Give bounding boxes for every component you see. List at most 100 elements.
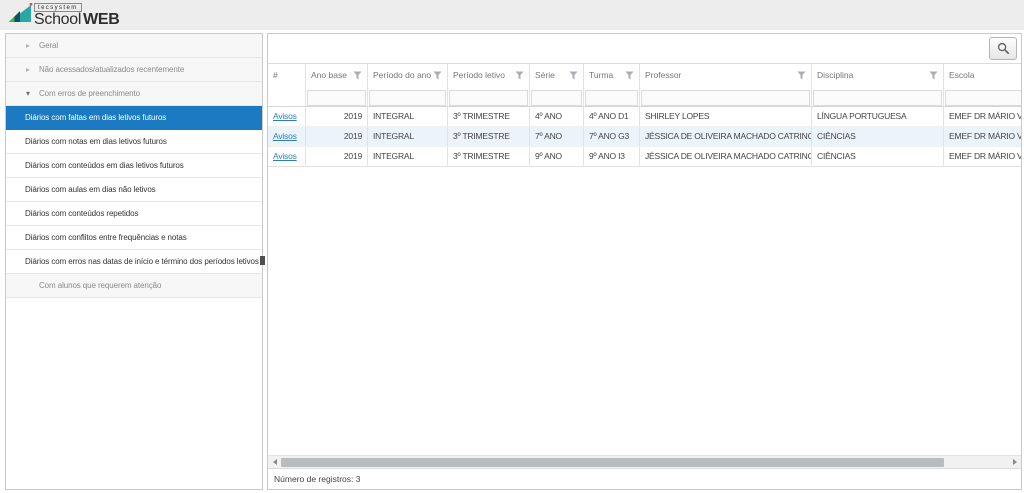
sidebar-group-nao-acessados[interactable]: ▸ Não acessados/atualizados recentemente bbox=[6, 58, 262, 82]
cell-serie: 7º ANO bbox=[530, 127, 584, 146]
filter-input-ano-base[interactable] bbox=[307, 90, 366, 106]
cell-turma: 7º ANO G3 bbox=[584, 127, 640, 146]
cell-turma: 9º ANO I3 bbox=[584, 147, 640, 166]
logo-text: tecsystem SchoolWEB bbox=[34, 3, 120, 28]
filter-cell bbox=[368, 86, 448, 106]
sidebar-item-conflitos-frequencias-notas[interactable]: Diários com conflitos entre frequências … bbox=[6, 226, 262, 250]
cell-serie: 4º ANO bbox=[530, 107, 584, 126]
cell-disciplina: CIÊNCIAS bbox=[812, 127, 944, 146]
sidebar-item-erros-datas-periodos[interactable]: Diários com erros nas datas de início e … bbox=[6, 250, 262, 274]
avisos-link[interactable]: Avisos bbox=[273, 151, 297, 161]
horizontal-scrollbar[interactable] bbox=[268, 455, 1021, 468]
filter-input-professor[interactable] bbox=[641, 90, 810, 106]
column-header-periodo-letivo[interactable]: Período letivo bbox=[448, 64, 530, 86]
filter-icon[interactable] bbox=[929, 71, 938, 80]
filter-icon[interactable] bbox=[625, 71, 634, 80]
filter-icon[interactable] bbox=[797, 71, 806, 80]
app-logo: tecsystem SchoolWEB bbox=[7, 2, 120, 28]
cell-periodo-letivo: 3º TRIMESTRE bbox=[448, 107, 530, 126]
cell-periodo-do-ano: INTEGRAL bbox=[368, 107, 448, 126]
column-header-number[interactable]: # bbox=[268, 64, 306, 86]
scroll-left-arrow[interactable] bbox=[268, 456, 281, 469]
filter-cell bbox=[944, 86, 1021, 106]
cell-ano-base: 2019 bbox=[306, 127, 368, 146]
column-header-disciplina[interactable]: Disciplina bbox=[812, 64, 944, 86]
search-button[interactable] bbox=[989, 37, 1017, 60]
filter-cell-number bbox=[268, 86, 306, 106]
chevron-right-icon: ▸ bbox=[26, 41, 39, 50]
column-header-escola[interactable]: Escola bbox=[944, 64, 1021, 86]
topbar: tecsystem SchoolWEB bbox=[0, 0, 1024, 30]
cell-professor: JÉSSICA DE OLIVEIRA MACHADO CATRINCK bbox=[640, 127, 812, 146]
filter-input-periodo-letivo[interactable] bbox=[449, 90, 528, 106]
cell-professor: JÉSSICA DE OLIVEIRA MACHADO CATRINCK bbox=[640, 147, 812, 166]
filter-cell bbox=[530, 86, 584, 106]
sidebar-group-geral[interactable]: ▸ Geral bbox=[6, 34, 262, 58]
column-header-ano-base[interactable]: Ano base bbox=[306, 64, 368, 86]
column-header-professor[interactable]: Professor bbox=[640, 64, 812, 86]
sidebar-group-label: Com alunos que requerem atenção bbox=[39, 281, 161, 290]
data-grid: # Ano base Período do ano Período letivo… bbox=[268, 63, 1021, 455]
sidebar-item-notas-dias-futuros[interactable]: Diários com notas em dias letivos futuro… bbox=[6, 130, 262, 154]
sidebar-item-conteudos-repetidos[interactable]: Diários com conteúdos repetidos bbox=[6, 202, 262, 226]
filter-input-escola[interactable] bbox=[945, 90, 1021, 106]
cell-escola: EMEF DR MÁRIO VELLO bbox=[944, 107, 1021, 126]
column-header-serie[interactable]: Série bbox=[530, 64, 584, 86]
sidebar-item-label: Diários com erros nas datas de início e … bbox=[25, 257, 259, 266]
filter-input-disciplina[interactable] bbox=[813, 90, 942, 106]
cell-periodo-letivo: 3º TRIMESTRE bbox=[448, 147, 530, 166]
sidebar-item-label: Diários com notas em dias letivos futuro… bbox=[25, 137, 167, 146]
cell-periodo-do-ano: INTEGRAL bbox=[368, 127, 448, 146]
sidebar-item-label: Diários com aulas em dias não letivos bbox=[25, 185, 156, 194]
product-name: SchoolWEB bbox=[34, 12, 120, 28]
table-row: Avisos 2019 INTEGRAL 3º TRIMESTRE 9º ANO… bbox=[268, 147, 1021, 167]
filter-cell bbox=[584, 86, 640, 106]
cell-periodo-do-ano: INTEGRAL bbox=[368, 147, 448, 166]
sidebar-group-alunos-atencao[interactable]: Com alunos que requerem atenção bbox=[6, 274, 262, 298]
grid-header-row: # Ano base Período do ano Período letivo… bbox=[268, 64, 1021, 86]
sidebar-item-label: Diários com conteúdos repetidos bbox=[25, 209, 138, 218]
cell-periodo-letivo: 3º TRIMESTRE bbox=[448, 127, 530, 146]
main-area: ▸ Geral ▸ Não acessados/atualizados rece… bbox=[0, 30, 1024, 493]
sidebar-group-label: Não acessados/atualizados recentemente bbox=[39, 65, 184, 74]
cell-professor: SHIRLEY LOPES bbox=[640, 107, 812, 126]
filter-input-periodo-do-ano[interactable] bbox=[369, 90, 446, 106]
filter-input-serie[interactable] bbox=[531, 90, 582, 106]
sidebar-item-aulas-dias-nao-letivos[interactable]: Diários com aulas em dias não letivos bbox=[6, 178, 262, 202]
filter-icon[interactable] bbox=[569, 71, 578, 80]
chevron-down-icon: ▾ bbox=[26, 89, 39, 98]
sidebar-item-faltas-dias-futuros[interactable]: Diários com faltas em dias letivos futur… bbox=[6, 106, 262, 130]
cell-serie: 9º ANO bbox=[530, 147, 584, 166]
filter-cell bbox=[812, 86, 944, 106]
sidebar-item-label: Diários com faltas em dias letivos futur… bbox=[25, 113, 166, 122]
filter-icon[interactable] bbox=[515, 71, 524, 80]
sidebar-item-conteudos-dias-futuros[interactable]: Diários com conteúdos em dias letivos fu… bbox=[6, 154, 262, 178]
cell-escola: EMEF DR MÁRIO VELLO bbox=[944, 127, 1021, 146]
sidebar-group-label: Geral bbox=[39, 41, 58, 50]
splitter-handle[interactable] bbox=[260, 256, 265, 265]
grid-filter-row bbox=[268, 86, 1021, 107]
avisos-link[interactable]: Avisos bbox=[273, 131, 297, 141]
status-bar: Número de registros: 3 bbox=[268, 468, 1021, 489]
sidebar-group-com-erros[interactable]: ▾ Com erros de preenchimento bbox=[6, 82, 262, 106]
filter-input-turma[interactable] bbox=[585, 90, 638, 106]
record-count: Número de registros: 3 bbox=[274, 474, 360, 484]
avisos-link[interactable]: Avisos bbox=[273, 111, 297, 121]
table-row: Avisos 2019 INTEGRAL 3º TRIMESTRE 7º ANO… bbox=[268, 127, 1021, 147]
chevron-right-icon: ▸ bbox=[26, 65, 39, 74]
column-header-periodo-do-ano[interactable]: Período do ano bbox=[368, 64, 448, 86]
filter-cell bbox=[306, 86, 368, 106]
sidebar-item-label: Diários com conflitos entre frequências … bbox=[25, 233, 187, 242]
table-row: Avisos 2019 INTEGRAL 3º TRIMESTRE 4º ANO… bbox=[268, 107, 1021, 127]
cell-ano-base: 2019 bbox=[306, 107, 368, 126]
column-header-turma[interactable]: Turma bbox=[584, 64, 640, 86]
cell-turma: 4º ANO D1 bbox=[584, 107, 640, 126]
scroll-right-arrow[interactable] bbox=[1008, 456, 1021, 469]
cell-escola: EMEF DR MÁRIO VELLO bbox=[944, 147, 1021, 166]
scrollbar-thumb[interactable] bbox=[281, 458, 944, 467]
cell-ano-base: 2019 bbox=[306, 147, 368, 166]
logo-triangle-icon bbox=[7, 2, 33, 24]
filter-icon[interactable] bbox=[353, 71, 362, 80]
cell-disciplina: LÍNGUA PORTUGUESA bbox=[812, 107, 944, 126]
filter-icon[interactable] bbox=[433, 71, 442, 80]
